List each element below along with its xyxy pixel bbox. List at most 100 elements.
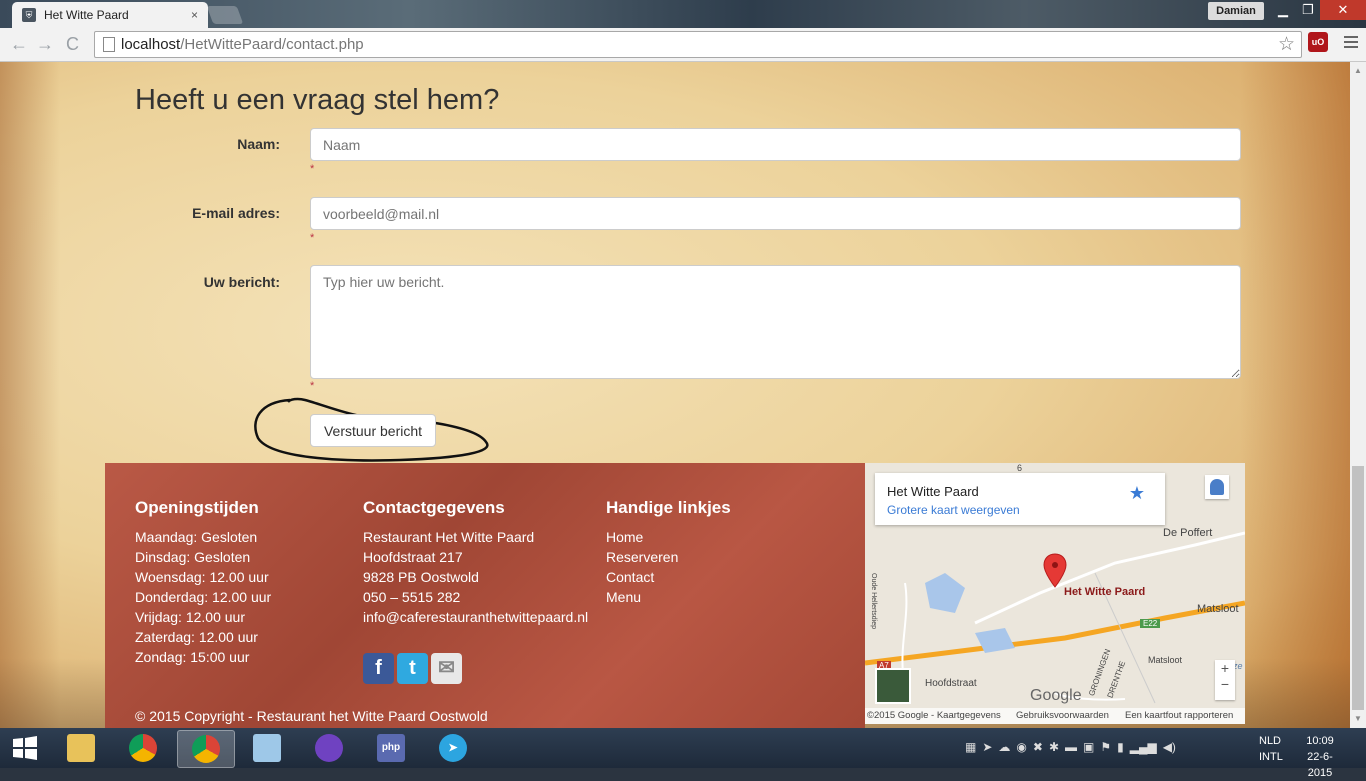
map-attribution: ©2015 Google - Kaartgegevens Gebruiksvoo… bbox=[865, 708, 1245, 724]
google-map[interactable]: De Poffert Matsloot Hoofdstraat Matsloot… bbox=[865, 463, 1245, 724]
footer-link-contact[interactable]: Contact bbox=[606, 567, 731, 587]
footer-link-menu[interactable]: Menu bbox=[606, 587, 731, 607]
background-decor bbox=[1240, 62, 1350, 728]
notepad-icon bbox=[253, 734, 281, 762]
tab-close-icon[interactable]: × bbox=[191, 8, 198, 22]
contact-title: Contactgegevens bbox=[363, 498, 505, 517]
browser-tab[interactable]: ⛨ Het Witte Paard × bbox=[12, 2, 208, 28]
map-place-name: Het Witte Paard bbox=[887, 484, 979, 499]
scroll-up-icon[interactable]: ▲ bbox=[1354, 66, 1362, 75]
map-label: Hoofdstraat bbox=[925, 678, 977, 689]
useful-links: Handige linkjes Home Reserveren Contact … bbox=[606, 498, 731, 607]
message-textarea[interactable] bbox=[310, 265, 1241, 379]
zoom-controls: + − bbox=[1215, 660, 1235, 700]
scroll-down-icon[interactable]: ▼ bbox=[1354, 714, 1362, 723]
zoom-out-button[interactable]: − bbox=[1215, 676, 1235, 692]
form-heading: Heeft u een vraag stel hem? bbox=[135, 84, 500, 116]
map-info-card: Het Witte Paard Grotere kaart weergeven … bbox=[875, 473, 1165, 525]
map-label: De Poffert bbox=[1163, 527, 1213, 539]
save-star-icon[interactable]: ★ bbox=[1129, 483, 1145, 504]
start-button[interactable] bbox=[0, 730, 50, 766]
tray-icon[interactable]: ✖ bbox=[1033, 740, 1043, 754]
map-label: Oude Hellertsdiep bbox=[870, 573, 877, 630]
tray-icon[interactable]: ☁ bbox=[998, 740, 1010, 754]
tray-icon[interactable]: ◉ bbox=[1016, 740, 1026, 754]
volume-icon[interactable]: ◀) bbox=[1163, 740, 1176, 754]
taskbar-chrome[interactable] bbox=[115, 730, 171, 766]
tray-icon[interactable]: ▣ bbox=[1083, 740, 1094, 754]
footer-link-home[interactable]: Home bbox=[606, 527, 731, 547]
url-host: localhost bbox=[121, 36, 181, 53]
contact-email[interactable]: info@caferestauranthetwittepaard.nl bbox=[363, 607, 588, 627]
browser-toolbar: ← → C localhost/HetWittePaard/contact.ph… bbox=[0, 28, 1366, 62]
phpstorm-icon: php bbox=[377, 734, 405, 762]
name-input[interactable] bbox=[310, 128, 1241, 161]
zoom-in-button[interactable]: + bbox=[1215, 660, 1235, 676]
map-marker-label: Het Witte Paard bbox=[1064, 586, 1146, 598]
hours-line: Zondag: 15:00 uur bbox=[135, 649, 250, 665]
address-bar[interactable]: localhost/HetWittePaard/contact.php ☆ bbox=[94, 31, 1302, 58]
hours-line: Woensdag: 12.00 uur bbox=[135, 569, 269, 585]
twitter-icon[interactable]: t bbox=[397, 653, 428, 684]
taskbar-telegram[interactable]: ➤ bbox=[425, 730, 481, 766]
email-input[interactable] bbox=[310, 197, 1241, 230]
footer: Openingstijden Maandag: Gesloten Dinsdag… bbox=[105, 463, 865, 728]
required-mark: * bbox=[310, 232, 315, 244]
map-label: 6 bbox=[1017, 463, 1023, 473]
restore-button[interactable]: ❐ bbox=[1296, 0, 1320, 20]
scrollbar-thumb[interactable] bbox=[1352, 466, 1364, 710]
contact-line: 050 – 5515 282 bbox=[363, 589, 461, 605]
tray-icon[interactable]: ▬ bbox=[1065, 740, 1077, 754]
windows-logo-icon bbox=[13, 736, 37, 760]
map-terms-link[interactable]: Gebruiksvoorwaarden bbox=[1016, 710, 1109, 721]
larger-map-link[interactable]: Grotere kaart weergeven bbox=[887, 503, 1020, 517]
hours-line: Zaterdag: 12.00 uur bbox=[135, 629, 258, 645]
network-icon[interactable]: ▂▄▆ bbox=[1130, 740, 1157, 754]
email-label: E-mail adres: bbox=[192, 205, 280, 221]
user-profile-button[interactable]: Damian bbox=[1208, 2, 1264, 20]
minimize-button[interactable]: ▁ bbox=[1270, 0, 1296, 20]
street-view-pegman-icon[interactable] bbox=[1205, 475, 1229, 499]
chrome-icon bbox=[192, 735, 220, 763]
clock-date: 22-6-2015 bbox=[1307, 751, 1333, 779]
vertical-scrollbar[interactable]: ▲ ▼ bbox=[1350, 62, 1366, 728]
language-indicator[interactable]: NLD INTL bbox=[1259, 733, 1283, 765]
ublock-extension-icon[interactable]: uO bbox=[1308, 32, 1328, 52]
new-tab-button[interactable] bbox=[206, 6, 244, 24]
tray-icon[interactable]: ⚑ bbox=[1100, 740, 1111, 754]
bookmark-star-icon[interactable]: ☆ bbox=[1278, 33, 1295, 56]
hours-line: Dinsdag: Gesloten bbox=[135, 549, 251, 565]
back-icon[interactable]: ← bbox=[10, 34, 28, 55]
hours-line: Vrijdag: 12.00 uur bbox=[135, 609, 245, 625]
opening-hours-title: Openingstijden bbox=[135, 498, 259, 517]
url-text[interactable]: localhost/HetWittePaard/contact.php bbox=[121, 36, 364, 53]
taskbar-notepad[interactable] bbox=[239, 730, 295, 766]
hours-line: Maandag: Gesloten bbox=[135, 529, 258, 545]
links-title: Handige linkjes bbox=[606, 498, 731, 517]
reload-icon[interactable]: C bbox=[66, 34, 79, 55]
taskbar-phpstorm[interactable]: php bbox=[363, 730, 419, 766]
map-label: Matsloot bbox=[1197, 603, 1239, 615]
mail-icon[interactable]: ✉ bbox=[431, 653, 462, 684]
footer-link-reserveren[interactable]: Reserveren bbox=[606, 547, 731, 567]
close-window-button[interactable]: ✕ bbox=[1320, 0, 1366, 20]
tray-icon[interactable]: ✱ bbox=[1049, 740, 1059, 754]
submit-button[interactable]: Verstuur bericht bbox=[310, 414, 436, 447]
map-data-attribution[interactable]: ©2015 Google - Kaartgegevens bbox=[867, 710, 1001, 721]
taskbar-explorer[interactable] bbox=[53, 730, 109, 766]
clock[interactable]: 10:09 22-6-2015 bbox=[1298, 733, 1342, 781]
required-mark: * bbox=[310, 163, 315, 175]
title-bar: ⛨ Het Witte Paard × Damian ▁ ❐ ✕ bbox=[0, 0, 1366, 28]
tray-icon[interactable]: ▮ bbox=[1117, 740, 1124, 754]
tray-icon[interactable]: ➤ bbox=[982, 740, 992, 754]
satellite-toggle[interactable] bbox=[875, 668, 911, 704]
tray-icon[interactable]: ▦ bbox=[965, 740, 976, 754]
chrome-menu-icon[interactable] bbox=[1344, 36, 1358, 51]
taskbar-github[interactable] bbox=[301, 730, 357, 766]
clock-time: 10:09 bbox=[1306, 735, 1334, 747]
facebook-icon[interactable]: f bbox=[363, 653, 394, 684]
forward-icon[interactable]: → bbox=[36, 34, 54, 55]
system-tray: ▦ ➤ ☁ ◉ ✖ ✱ ▬ ▣ ⚑ ▮ ▂▄▆ ◀) bbox=[965, 740, 1176, 754]
map-report-link[interactable]: Een kaartfout rapporteren bbox=[1125, 710, 1233, 721]
taskbar-chrome-active[interactable] bbox=[177, 730, 235, 768]
